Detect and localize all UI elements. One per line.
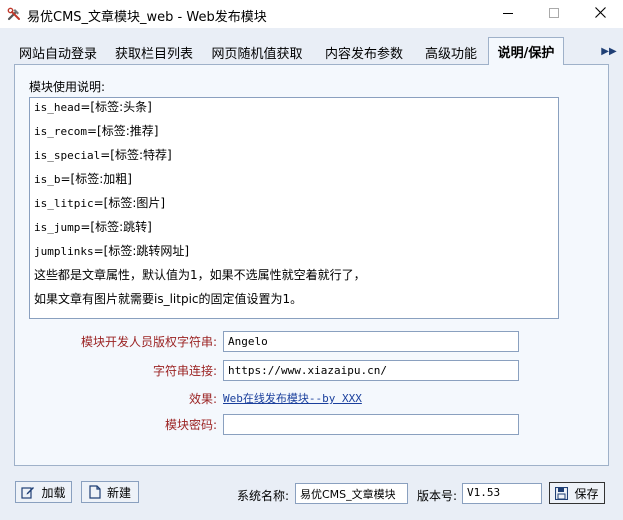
system-name-input[interactable]: 易优CMS_文章模块 [295, 483, 408, 504]
save-label: 保存 [574, 486, 599, 501]
double-chevron-right-icon: ▶▶ [601, 45, 617, 57]
password-input[interactable] [223, 414, 519, 435]
maximize-button[interactable] [531, 0, 577, 28]
effect-link[interactable]: Web在线发布模块--by XXX [223, 390, 362, 406]
close-icon [594, 7, 606, 21]
notes-label: 模块使用说明: [29, 80, 106, 94]
minimize-button[interactable] [485, 0, 531, 28]
note-line: is_b=[标签:加粗] [34, 172, 132, 186]
load-button[interactable]: 加载 [15, 481, 72, 503]
note-line: is_litpic=[标签:图片] [34, 196, 166, 210]
note-line: jumplinks=[标签:跳转网址] [34, 244, 190, 258]
tab-strip: 网站自动登录 获取栏目列表 网页随机值获取 内容发布参数 高级功能 说明/保护 … [14, 37, 617, 65]
tab-publish-params[interactable]: 内容发布参数 [316, 40, 412, 64]
note-line: is_special=[标签:特荐] [34, 148, 172, 162]
system-name-label: 系统名称: [237, 489, 290, 503]
tab-scroll-right-button[interactable]: ▶▶ [598, 41, 620, 61]
password-label: 模块密码: [164, 418, 217, 432]
tools-icon [6, 6, 22, 22]
notes-textarea[interactable]: is_head=[标签:头条] is_recom=[标签:推荐] is_spec… [29, 97, 559, 319]
tab-label: 获取栏目列表 [114, 46, 193, 62]
edit-icon [21, 485, 35, 499]
note-line: is_recom=[标签:推荐] [34, 124, 159, 138]
note-line: 如果文章有图片就需要is_litpic的固定值设置为1。 [34, 292, 303, 306]
window-title: 易优CMS_文章模块_web - Web发布模块 [27, 10, 267, 25]
copyright-input[interactable] [223, 331, 519, 352]
maximize-icon [549, 7, 559, 21]
effect-label: 效果: [188, 392, 217, 406]
minimize-icon [503, 7, 513, 21]
tab-label: 高级功能 [424, 46, 477, 62]
note-line: is_head=[标签:头条] [34, 100, 152, 114]
tab-label: 网页随机值获取 [211, 46, 303, 62]
new-label: 新建 [106, 485, 131, 500]
tab-help-protect[interactable]: 说明/保护 [488, 37, 564, 65]
version-label: 版本号: [417, 489, 458, 503]
load-label: 加载 [41, 485, 66, 500]
tab-advanced[interactable]: 高级功能 [416, 40, 486, 64]
title-bar: 易优CMS_文章模块_web - Web发布模块 [0, 0, 623, 28]
link-string-input[interactable] [223, 360, 519, 381]
note-line: 这些都是文章属性，默认值为1，如果不选属性就空着就行了， [34, 268, 366, 282]
note-line: is_jump=[标签:跳转] [34, 220, 152, 234]
tab-label: 网站自动登录 [18, 46, 97, 62]
tab-random-value[interactable]: 网页随机值获取 [206, 40, 308, 64]
tab-category-list[interactable]: 获取栏目列表 [106, 40, 202, 64]
version-value: V1.53 [467, 486, 501, 499]
new-file-icon [89, 485, 101, 499]
floppy-disk-icon [555, 486, 569, 500]
version-input[interactable]: V1.53 [462, 483, 542, 504]
save-button[interactable]: 保存 [549, 482, 605, 504]
close-button[interactable] [577, 0, 623, 28]
tab-label: 内容发布参数 [324, 46, 403, 62]
tab-label: 说明/保护 [497, 46, 555, 61]
copyright-label: 模块开发人员版权字符串: [80, 335, 217, 349]
link-string-label: 字符串连接: [152, 364, 217, 378]
new-button[interactable]: 新建 [81, 481, 139, 503]
system-name-value: 易优CMS_文章模块 [300, 488, 396, 501]
tab-site-login[interactable]: 网站自动登录 [14, 40, 102, 64]
